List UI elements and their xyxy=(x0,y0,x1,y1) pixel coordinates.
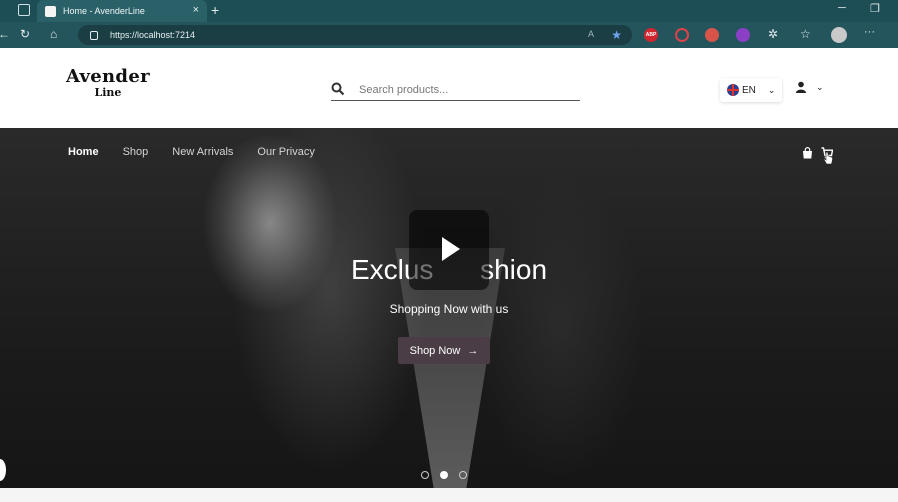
site-header: Avender Line EN ⌄ ⌄ xyxy=(0,48,898,128)
brain-extension-icon[interactable] xyxy=(736,28,750,42)
logo-line-1: Avender xyxy=(66,66,150,87)
refresh-icon[interactable]: ↻ xyxy=(20,27,30,41)
page-bottom-strip xyxy=(0,488,898,502)
search-bar xyxy=(331,79,580,101)
restore-icon[interactable]: ❐ xyxy=(870,2,880,15)
video-play-icon[interactable] xyxy=(409,210,489,290)
uk-flag-icon xyxy=(727,84,739,96)
home-icon[interactable]: ⌂ xyxy=(50,27,57,41)
language-code: EN xyxy=(742,84,756,96)
favorites-icon[interactable]: ☆ xyxy=(800,27,811,41)
url-field[interactable]: https://localhost:7214 A ★ xyxy=(78,25,632,45)
extensions-puzzle-icon[interactable]: ✲ xyxy=(768,27,778,41)
site-logo[interactable]: Avender Line xyxy=(66,66,150,99)
browser-tab[interactable]: Home - AvenderLine × xyxy=(37,0,207,22)
arrow-right-icon: → xyxy=(467,344,479,357)
chat-launcher-icon[interactable] xyxy=(0,459,6,481)
adblock-extension-icon[interactable]: ABP xyxy=(644,28,658,42)
back-arrow-icon[interactable]: ← xyxy=(0,27,10,41)
shop-now-button[interactable]: Shop Now → xyxy=(398,337,490,364)
new-tab-icon[interactable]: + xyxy=(211,2,219,18)
mouse-pointer-icon xyxy=(823,151,833,165)
nav-new-arrivals[interactable]: New Arrivals xyxy=(172,146,233,158)
main-nav: Home Shop New Arrivals Our Privacy xyxy=(68,146,339,158)
shopping-bag-icon[interactable] xyxy=(802,147,813,159)
chevron-down-icon: ⌄ xyxy=(816,81,824,92)
search-input[interactable] xyxy=(359,83,569,96)
user-menu[interactable]: ⌄ xyxy=(795,81,824,93)
nav-home[interactable]: Home xyxy=(68,146,99,158)
tab-favicon-icon xyxy=(45,5,56,17)
nav-our-privacy[interactable]: Our Privacy xyxy=(257,146,314,158)
read-aloud-icon[interactable]: A xyxy=(588,29,594,39)
url-text: https://localhost:7214 xyxy=(110,30,196,40)
logo-line-2: Line xyxy=(94,86,122,99)
shop-now-label: Shop Now xyxy=(409,344,461,357)
favorite-star-icon[interactable]: ★ xyxy=(611,28,622,42)
carousel-dot-1[interactable] xyxy=(421,471,429,479)
tab-close-icon[interactable]: × xyxy=(193,4,199,16)
search-icon[interactable] xyxy=(331,82,347,98)
language-selector[interactable]: EN ⌄ xyxy=(720,78,782,102)
more-menu-icon[interactable]: ··· xyxy=(864,26,875,38)
music-extension-icon[interactable] xyxy=(675,28,689,42)
browser-address-bar: ← ↻ ⌂ https://localhost:7214 A ★ ABP ✲ ☆… xyxy=(0,22,898,48)
carousel-dot-2[interactable] xyxy=(440,471,448,479)
user-icon xyxy=(796,81,806,93)
browser-tab-strip: Home - AvenderLine × + ─ ❐ xyxy=(0,0,898,22)
minimize-icon[interactable]: ─ xyxy=(838,2,846,14)
privacy-extension-icon[interactable] xyxy=(705,28,719,42)
nav-shop[interactable]: Shop xyxy=(123,146,149,158)
hero-subheading: Shopping Now with us xyxy=(389,302,509,316)
chevron-down-icon: ⌄ xyxy=(767,84,776,95)
carousel-indicators xyxy=(421,471,467,479)
tab-actions-icon[interactable] xyxy=(18,4,30,16)
lock-icon[interactable] xyxy=(90,30,98,40)
carousel-dot-3[interactable] xyxy=(459,471,467,479)
hero-banner: Home Shop New Arrivals Our Privacy Exclu… xyxy=(0,128,898,502)
tab-title: Home - AvenderLine xyxy=(63,6,145,16)
profile-avatar[interactable] xyxy=(831,27,847,43)
